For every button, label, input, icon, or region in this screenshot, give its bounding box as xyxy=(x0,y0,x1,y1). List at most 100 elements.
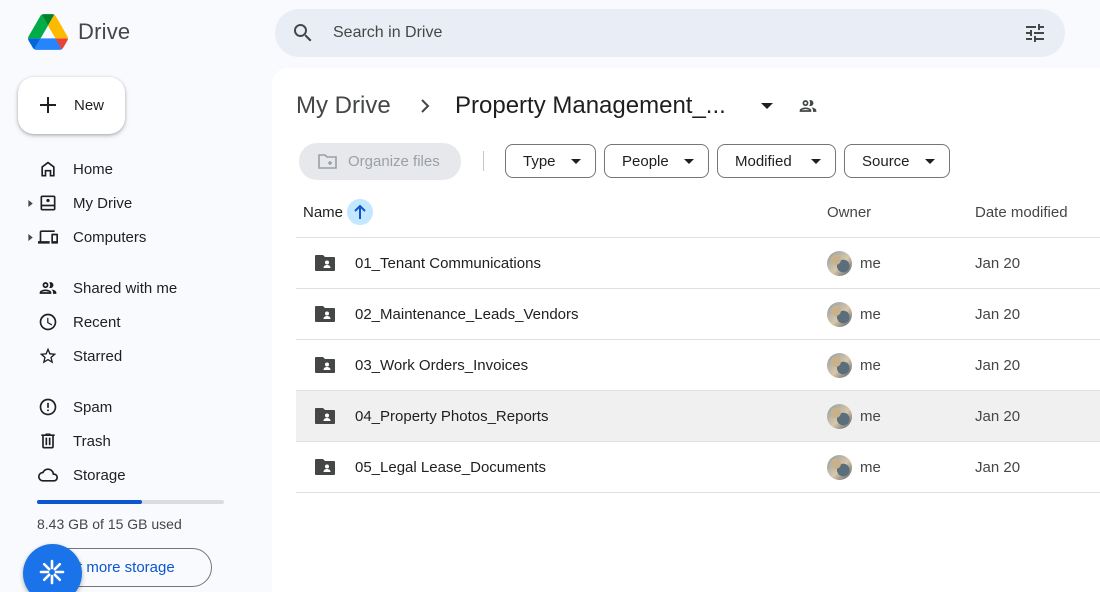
dropdown-triangle-icon[interactable] xyxy=(760,101,774,111)
sidebar-item-label: Storage xyxy=(73,467,126,484)
search-icon[interactable] xyxy=(291,21,315,45)
sidebar-item-label: Home xyxy=(73,161,114,178)
shared-folder-icon xyxy=(315,306,335,322)
sidebar-item-home[interactable]: Home xyxy=(28,153,258,185)
table-row[interactable]: 05_Legal Lease_Documents me Jan 20 xyxy=(296,441,1100,493)
shared-folder-icon xyxy=(315,408,335,424)
sidebar-item-trash[interactable]: Trash xyxy=(28,425,258,457)
home-icon xyxy=(41,161,55,177)
sort-direction-button[interactable] xyxy=(347,199,373,225)
shared-folder-icon xyxy=(315,255,335,271)
dropdown-triangle-icon xyxy=(571,159,581,164)
new-button-label: New xyxy=(74,97,105,114)
expand-caret-icon[interactable] xyxy=(28,200,34,207)
sidebar-item-label: Shared with me xyxy=(73,280,178,297)
filter-label: Type xyxy=(523,153,556,170)
drive-logo[interactable]: Drive xyxy=(28,14,130,50)
file-name: 04_Property Photos_Reports xyxy=(355,408,549,425)
shared-folder-people-icon[interactable] xyxy=(797,96,819,116)
filter-label: Source xyxy=(862,153,910,170)
get-more-storage-label: t more storage xyxy=(78,559,175,576)
owner-name: me xyxy=(860,408,881,425)
shared-folder-icon xyxy=(315,357,335,373)
computers-icon xyxy=(38,230,58,244)
dropdown-triangle-icon xyxy=(925,159,935,164)
filter-label: People xyxy=(622,153,669,170)
expand-caret-icon[interactable] xyxy=(28,234,34,241)
sidebar-item-label: Starred xyxy=(73,348,123,365)
folder-sparkle-icon xyxy=(318,154,337,169)
toolbar-divider xyxy=(483,151,484,171)
file-name: 02_Maintenance_Leads_Vendors xyxy=(355,306,579,323)
column-header-owner[interactable]: Owner xyxy=(827,204,871,221)
sidebar-item-label: Recent xyxy=(73,314,121,331)
owner-avatar xyxy=(827,455,852,480)
owner-avatar xyxy=(827,251,852,276)
organize-files-label: Organize files xyxy=(348,153,440,170)
date-modified: Jan 20 xyxy=(975,306,1021,323)
file-name: 03_Work Orders_Invoices xyxy=(355,357,529,374)
google-drive-logo-icon xyxy=(28,14,68,50)
sidebar-item-storage[interactable]: Storage xyxy=(28,459,258,491)
sidebar-item-label: Trash xyxy=(73,433,111,450)
filter-modified-chip[interactable]: Modified xyxy=(717,144,836,178)
column-header-name[interactable]: Name xyxy=(303,204,343,221)
filter-type-chip[interactable]: Type xyxy=(505,144,596,178)
file-name: 05_Legal Lease_Documents xyxy=(355,459,546,476)
star-icon xyxy=(39,347,57,364)
column-header-date-modified[interactable]: Date modified xyxy=(975,204,1068,221)
chevron-right-icon xyxy=(421,99,430,113)
plus-icon xyxy=(40,97,56,113)
sidebar-item-shared-with-me[interactable]: Shared with me xyxy=(28,272,258,304)
date-modified: Jan 20 xyxy=(975,357,1021,374)
organize-files-button[interactable]: Organize files xyxy=(299,143,461,180)
owner-name: me xyxy=(860,255,881,272)
new-button[interactable]: New xyxy=(18,77,125,134)
arrow-up-icon xyxy=(354,204,366,219)
trash-icon xyxy=(41,433,55,449)
cloud-icon xyxy=(38,468,58,482)
shared-folder-icon xyxy=(315,459,335,475)
owner-name: me xyxy=(860,306,881,323)
sidebar-item-label: My Drive xyxy=(73,195,133,212)
table-row[interactable]: 01_Tenant Communications me Jan 20 xyxy=(296,237,1100,288)
owner-name: me xyxy=(860,459,881,476)
filter-source-chip[interactable]: Source xyxy=(844,144,950,178)
storage-usage-text: 8.43 GB of 15 GB used xyxy=(37,516,182,532)
breadcrumb-root[interactable]: My Drive xyxy=(296,92,391,120)
recent-clock-icon xyxy=(39,313,57,331)
owner-avatar xyxy=(827,404,852,429)
filter-label: Modified xyxy=(735,153,792,170)
sidebar-item-starred[interactable]: Starred xyxy=(28,340,258,372)
storage-usage-bar xyxy=(37,500,224,504)
table-row-hovered[interactable]: 04_Property Photos_Reports me Jan 20 xyxy=(296,390,1100,441)
dropdown-triangle-icon xyxy=(811,159,821,164)
storage-usage-fill xyxy=(37,500,143,504)
date-modified: Jan 20 xyxy=(975,408,1021,425)
search-bar[interactable] xyxy=(275,9,1065,57)
filter-people-chip[interactable]: People xyxy=(604,144,709,178)
app-name: Drive xyxy=(78,19,131,44)
breadcrumb-current-folder[interactable]: Property Management_... xyxy=(455,92,726,120)
sidebar-item-recent[interactable]: Recent xyxy=(28,306,258,338)
file-name: 01_Tenant Communications xyxy=(355,255,541,272)
sidebar-item-label: Spam xyxy=(73,399,113,416)
owner-avatar xyxy=(827,302,852,327)
date-modified: Jan 20 xyxy=(975,459,1021,476)
table-row[interactable]: 02_Maintenance_Leads_Vendors me Jan 20 xyxy=(296,288,1100,339)
asterisk-spark-icon xyxy=(39,559,65,585)
my-drive-icon xyxy=(40,195,56,211)
spam-icon xyxy=(39,398,57,416)
date-modified: Jan 20 xyxy=(975,255,1021,272)
sidebar-item-computers[interactable]: Computers xyxy=(28,221,258,253)
sidebar-item-my-drive[interactable]: My Drive xyxy=(28,187,258,219)
table-row[interactable]: 03_Work Orders_Invoices me Jan 20 xyxy=(296,339,1100,390)
sidebar-item-label: Computers xyxy=(73,229,147,246)
search-input[interactable] xyxy=(333,21,933,45)
shared-with-me-icon xyxy=(39,282,57,294)
search-options-icon[interactable] xyxy=(1023,21,1047,45)
owner-name: me xyxy=(860,357,881,374)
owner-avatar xyxy=(827,353,852,378)
dropdown-triangle-icon xyxy=(684,159,694,164)
sidebar-item-spam[interactable]: Spam xyxy=(28,391,258,423)
